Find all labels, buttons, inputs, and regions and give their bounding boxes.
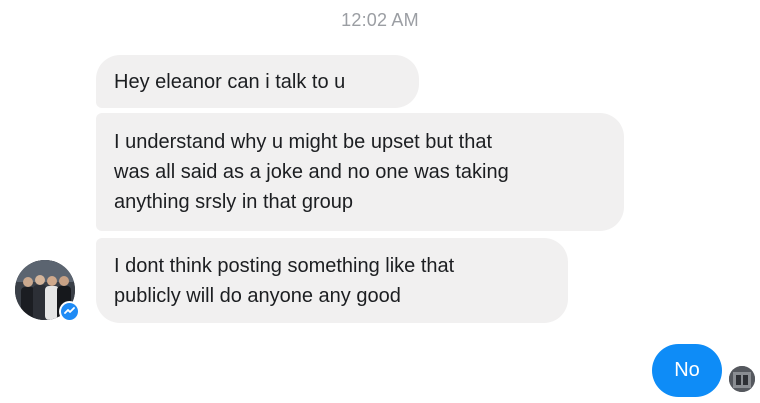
sent-message-bubble[interactable]: No	[652, 344, 722, 397]
received-message-bubble[interactable]: Hey eleanor can i talk to u	[96, 55, 419, 108]
messenger-badge	[59, 301, 80, 322]
received-message-bubble[interactable]: I dont think posting something like that…	[96, 238, 568, 323]
received-message-bubble[interactable]: I understand why u might be upset but th…	[96, 113, 624, 231]
chat-thread: 12:02 AM Hey eleanor can i talk to u I u…	[0, 0, 760, 403]
user-avatar-icon	[729, 366, 755, 392]
messenger-icon	[61, 303, 78, 320]
own-avatar	[729, 366, 755, 392]
message-timestamp: 12:02 AM	[341, 10, 419, 30]
